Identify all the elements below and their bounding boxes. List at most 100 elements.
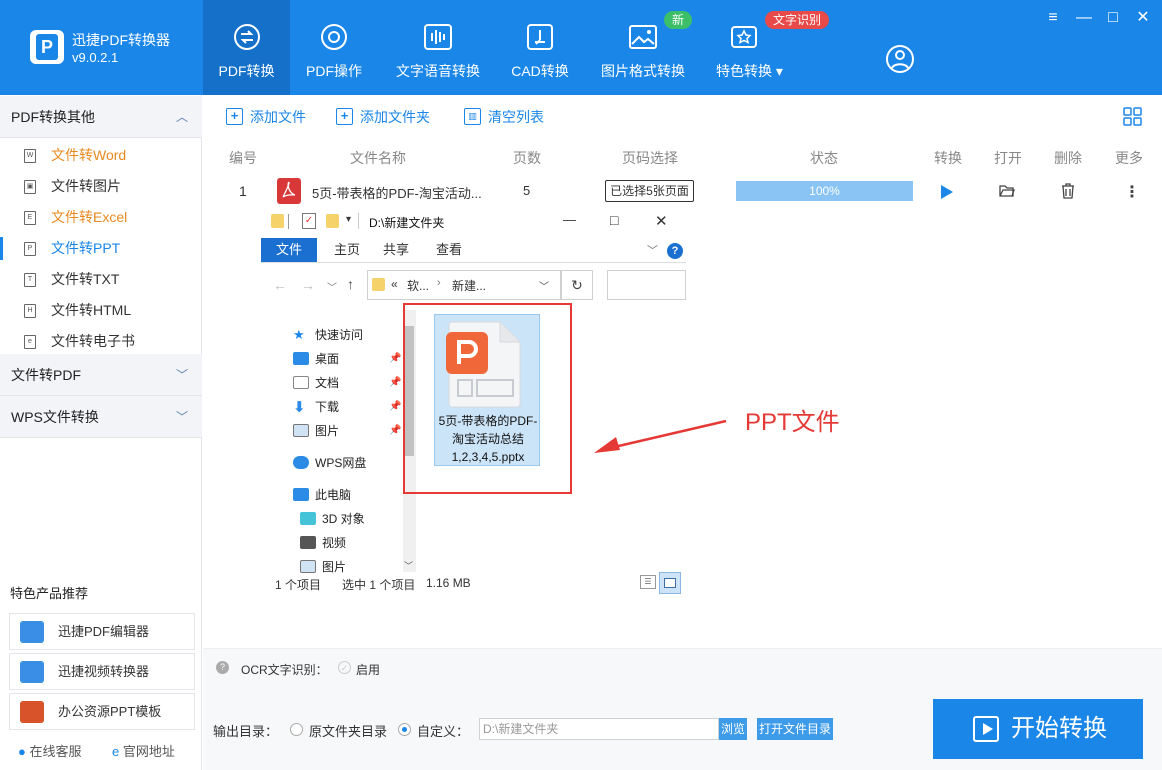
more-options-icon[interactable]: ⋮ xyxy=(1124,182,1140,202)
tree-quick-access[interactable]: ★ 快速访问 xyxy=(285,323,363,347)
explorer-close-icon[interactable]: ✕ xyxy=(655,212,668,230)
ribbon-tab-file[interactable]: 文件 xyxy=(261,238,317,262)
forward-arrow-icon[interactable]: → xyxy=(301,277,315,293)
sidebar-section-to-pdf[interactable]: 文件转PDF ﹀ xyxy=(0,354,202,396)
products-title: 特色产品推荐 xyxy=(10,586,89,601)
product-pdf-editor[interactable]: 迅捷PDF编辑器 xyxy=(9,613,195,650)
user-avatar-icon[interactable] xyxy=(885,44,915,74)
tab-cad-convert[interactable]: CAD转换 xyxy=(500,0,580,95)
headset-icon: ● xyxy=(18,744,26,759)
ppt-file-icon: P xyxy=(24,242,36,256)
col-name: 文件名称 xyxy=(350,150,406,166)
image-file-icon: ▣ xyxy=(24,180,36,194)
sidebar-item-ebook[interactable]: e 文件转电子书 xyxy=(0,326,202,357)
help-icon[interactable]: ? xyxy=(667,243,683,259)
col-no: 编号 xyxy=(229,150,257,166)
explorer-minimize-icon[interactable]: — xyxy=(563,212,576,227)
sidebar-item-ppt[interactable]: P 文件转PPT xyxy=(0,233,202,264)
menu-icon[interactable]: ≡ xyxy=(1043,8,1063,28)
radio-source-folder[interactable] xyxy=(290,723,303,736)
details-view-icon[interactable]: ☰ xyxy=(640,575,656,589)
breadcrumb-part2[interactable]: 新建... xyxy=(452,277,486,294)
tree-pictures[interactable]: 图片 📌 xyxy=(285,419,401,443)
ppt-template-icon xyxy=(20,701,44,723)
add-file-icon: + xyxy=(226,108,243,125)
folder-open-icon[interactable] xyxy=(999,184,1015,198)
tree-pictures-pc[interactable]: 图片 xyxy=(292,555,346,573)
col-convert: 转换 xyxy=(934,150,962,166)
clear-list-button[interactable]: ▥ 清空列表 xyxy=(464,106,544,128)
trash-icon: ▥ xyxy=(464,108,481,125)
pdf-convert-icon xyxy=(234,24,260,50)
explorer-maximize-icon[interactable]: □ xyxy=(610,212,618,228)
col-delete: 删除 xyxy=(1054,150,1082,166)
ocr-enable-label: 启用 xyxy=(356,663,381,677)
website-link[interactable]: e 官网地址 xyxy=(112,741,175,760)
sidebar-section-wps[interactable]: WPS文件转换 ﹀ xyxy=(0,396,202,438)
tab-pdf-operate[interactable]: PDF操作 xyxy=(290,0,378,95)
sidebar-item-html[interactable]: H 文件转HTML xyxy=(0,295,202,326)
sidebar-item-txt[interactable]: T 文件转TXT xyxy=(0,264,202,295)
add-file-button[interactable]: + 添加文件 xyxy=(226,106,306,128)
chevron-down-icon: ﹀ xyxy=(175,368,188,382)
tree-desktop[interactable]: 桌面 📌 xyxy=(285,347,401,371)
tab-text-speech[interactable]: 文字语音转换 xyxy=(388,0,488,95)
radio-custom-folder[interactable] xyxy=(398,723,411,736)
sidebar-item-image[interactable]: ▣ 文件转图片 xyxy=(0,171,202,202)
back-arrow-icon[interactable]: ← xyxy=(273,277,287,293)
product-ppt-template[interactable]: 办公资源PPT模板 xyxy=(9,693,195,730)
grid-view-icon[interactable] xyxy=(1123,107,1142,126)
tree-videos[interactable]: 视频 xyxy=(292,531,346,555)
pin-icon: 📌 xyxy=(389,353,402,364)
ocr-checkbox[interactable]: ✓ xyxy=(338,661,351,674)
breadcrumb-part1[interactable]: 软... xyxy=(407,277,429,294)
ribbon-expand-icon[interactable]: ﹀ xyxy=(647,242,658,258)
trash-icon[interactable] xyxy=(1061,183,1075,199)
sidebar-section-pdf-other[interactable]: PDF转换其他 ︿ xyxy=(0,96,202,138)
online-service-link[interactable]: ● 在线客服 xyxy=(18,741,82,760)
folder-icon xyxy=(372,278,385,291)
ribbon-tab-share[interactable]: 共享 xyxy=(368,238,424,262)
sidebar-item-excel[interactable]: E 文件转Excel xyxy=(0,202,202,233)
start-convert-button[interactable]: 开始转换 xyxy=(933,699,1143,759)
ribbon-tab-home[interactable]: 主页 xyxy=(319,238,375,262)
large-icons-view-icon[interactable] xyxy=(659,572,681,594)
tree-wps-cloud[interactable]: WPS网盘 xyxy=(285,451,366,475)
row-pages: 5 xyxy=(523,183,531,198)
tree-documents[interactable]: 文档 📌 xyxy=(285,371,401,395)
recent-dropdown-icon[interactable]: ﹀ xyxy=(327,279,337,294)
tree-3d-objects[interactable]: 3D 对象 xyxy=(292,507,365,531)
product-video-converter[interactable]: 迅捷视频转换器 xyxy=(9,653,195,690)
address-dropdown-icon[interactable]: ﹀ xyxy=(539,278,549,293)
refresh-icon[interactable]: ↻ xyxy=(561,270,593,300)
film-icon xyxy=(300,536,316,549)
play-icon[interactable] xyxy=(940,184,954,200)
maximize-icon[interactable]: □ xyxy=(1103,8,1123,28)
ribbon-tab-view[interactable]: 查看 xyxy=(421,238,477,262)
info-icon: ? xyxy=(216,661,229,674)
pin-icon: 📌 xyxy=(389,425,402,436)
add-folder-button[interactable]: + 添加文件夹 xyxy=(336,106,430,128)
open-folder-button[interactable]: 打开文件目录 xyxy=(757,718,833,740)
new-folder-icon[interactable] xyxy=(326,214,339,228)
audio-wave-icon xyxy=(424,24,452,50)
close-icon[interactable]: ✕ xyxy=(1133,8,1153,28)
scroll-down-icon[interactable]: ﹀ xyxy=(404,559,413,572)
tab-label: PDF操作 xyxy=(306,63,362,79)
properties-icon[interactable]: ✓ xyxy=(302,213,316,229)
up-arrow-icon[interactable]: ↑ xyxy=(347,276,354,292)
page-select-button[interactable]: 已选择5张页面 xyxy=(605,180,694,202)
search-box[interactable] xyxy=(607,270,686,300)
tree-this-pc[interactable]: 此电脑 xyxy=(285,483,351,507)
quick-access-dropdown-icon[interactable]: ▾ xyxy=(346,214,351,225)
tab-pdf-convert[interactable]: PDF转换 xyxy=(203,0,290,95)
browse-button[interactable]: 浏览 xyxy=(719,718,747,740)
sidebar-item-word[interactable]: W 文件转Word xyxy=(0,140,202,171)
minimize-icon[interactable]: — xyxy=(1074,8,1094,28)
tree-downloads[interactable]: ⬇ 下载 📌 xyxy=(285,395,401,419)
gear-icon xyxy=(321,24,347,50)
pdf-editor-icon xyxy=(20,621,44,643)
txt-file-icon: T xyxy=(24,273,36,287)
output-path-field[interactable]: D:\新建文件夹 xyxy=(479,718,719,740)
video-converter-icon xyxy=(20,661,44,683)
